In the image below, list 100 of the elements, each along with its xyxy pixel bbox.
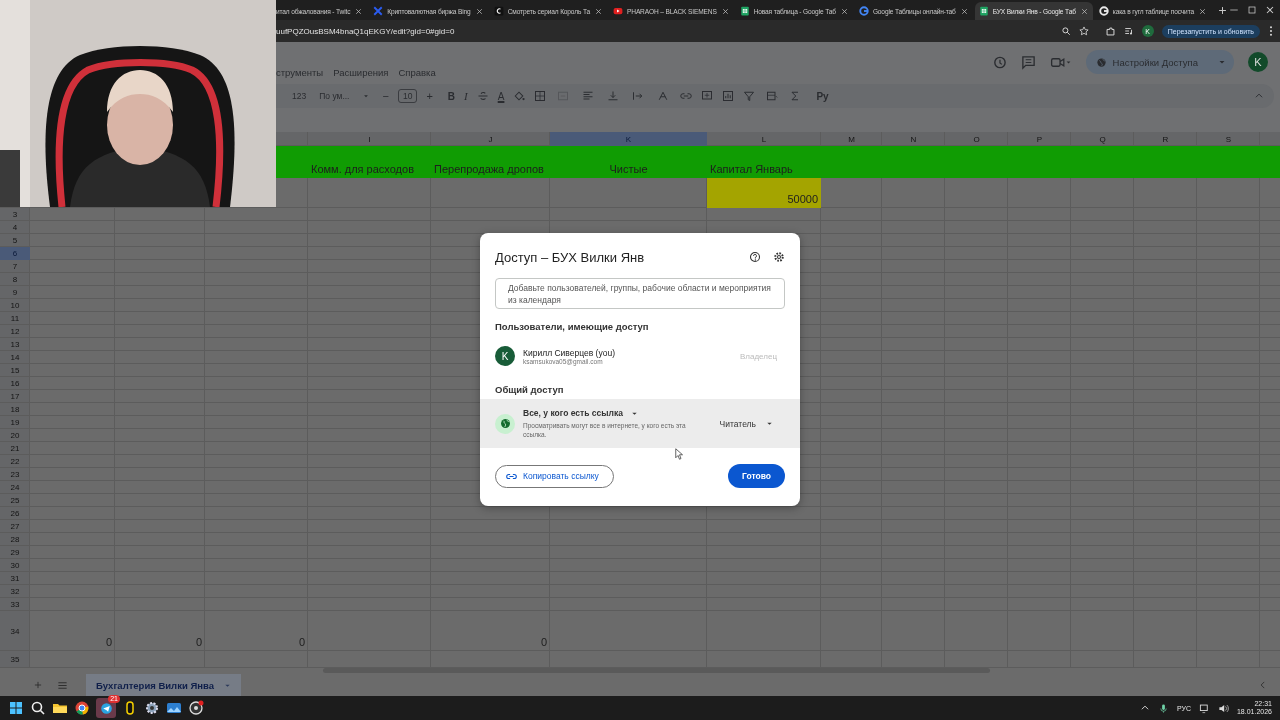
font-dropdown[interactable]: По ум...	[319, 91, 370, 101]
browser-icon[interactable]	[74, 700, 90, 716]
row-number[interactable]: 33	[0, 598, 30, 611]
star-icon[interactable]	[1078, 26, 1089, 36]
column-header[interactable]: I	[308, 132, 431, 146]
start-icon[interactable]	[8, 700, 24, 716]
menu-icon[interactable]	[57, 679, 68, 691]
media-icon[interactable]	[1123, 26, 1134, 36]
font-size-field[interactable]: 10	[397, 89, 418, 103]
add-comment-icon[interactable]	[701, 90, 714, 102]
row-number[interactable]: 34	[0, 611, 30, 651]
close-icon[interactable]	[354, 6, 364, 16]
row-number[interactable]: 18	[0, 403, 30, 416]
more-icon[interactable]	[1268, 25, 1274, 37]
access-dropdown[interactable]: Все, у кого есть ссылка	[523, 408, 712, 418]
row-number[interactable]: 4	[0, 221, 30, 234]
row-number[interactable]: 17	[0, 390, 30, 403]
row-number[interactable]: 23	[0, 468, 30, 481]
row-number[interactable]: 8	[0, 273, 30, 286]
url-text[interactable]: uufPQZOusBSM4bnaQ1qEKGY/edit?gid=0#gid=0	[276, 26, 1053, 36]
row-number[interactable]: 10	[0, 299, 30, 312]
bold-button[interactable]: B	[447, 90, 456, 102]
user-name: Кирилл Сиверцев (you)	[523, 347, 616, 358]
row-number[interactable]: 30	[0, 559, 30, 572]
menu-item[interactable]: Расширения	[333, 67, 389, 78]
close-icon[interactable]	[1197, 6, 1207, 16]
row-number[interactable]: 32	[0, 585, 30, 598]
network-icon[interactable]	[1198, 702, 1210, 714]
video-logo-icon	[613, 6, 623, 16]
close-icon[interactable]	[959, 6, 969, 16]
row-number[interactable]: 26	[0, 507, 30, 520]
row-number[interactable]: 12	[0, 325, 30, 338]
row-number[interactable]: 3	[0, 208, 30, 221]
role-dropdown[interactable]: Читатель	[719, 418, 773, 429]
dialog-title: Доступ – БУХ Вилки Янв	[495, 249, 646, 265]
row-number[interactable]: 25	[0, 494, 30, 507]
row-number[interactable]: 24	[0, 481, 30, 494]
column-header[interactable]: R	[1134, 132, 1197, 146]
row-number[interactable]: 21	[0, 442, 30, 455]
row-number[interactable]: 9	[0, 286, 30, 299]
row-number[interactable]: 14	[0, 351, 30, 364]
chart-icon[interactable]	[722, 90, 735, 102]
chevron-up-icon[interactable]	[1139, 703, 1150, 713]
share-button[interactable]: Настройки Доступа	[1085, 50, 1234, 74]
borders-icon[interactable]	[534, 90, 547, 102]
gear-icon[interactable]	[144, 700, 160, 716]
paper-plane-icon	[99, 701, 113, 715]
table-cell-text: 0	[297, 635, 306, 650]
role-label: Владелец	[740, 351, 778, 361]
column-header[interactable]: J	[431, 132, 550, 146]
column-header[interactable]: M	[821, 132, 882, 146]
row-number[interactable]: 20	[0, 429, 30, 442]
row-number[interactable]: 16	[0, 377, 30, 390]
row-number[interactable]: 15	[0, 364, 30, 377]
fill-color-icon[interactable]	[513, 90, 526, 102]
row-number[interactable]: 31	[0, 572, 30, 585]
row-number[interactable]: 22	[0, 455, 30, 468]
account-avatar[interactable]: K	[1248, 52, 1268, 72]
italic-button[interactable]: I	[464, 90, 468, 102]
text-color-button[interactable]: A	[497, 90, 505, 102]
column-header[interactable]: N	[882, 132, 945, 146]
row-number[interactable]: 27	[0, 520, 30, 533]
close-icon[interactable]	[474, 6, 484, 16]
done-button[interactable]: Готово	[728, 464, 785, 488]
search-icon[interactable]	[30, 700, 46, 716]
row-number[interactable]: 28	[0, 533, 30, 546]
volume-icon[interactable]	[1217, 702, 1229, 714]
number-format-button[interactable]: 123	[292, 91, 307, 101]
row-number[interactable]: 5	[0, 234, 30, 247]
new-tab-icon[interactable]	[1216, 4, 1228, 16]
menu-item[interactable]: Справка	[398, 67, 436, 78]
column-header[interactable]: O	[945, 132, 1008, 146]
comment-icon[interactable]	[1020, 54, 1036, 70]
settings-icon[interactable]	[773, 251, 785, 263]
zoom-icon[interactable]	[1060, 26, 1071, 36]
input-tools-button[interactable]: Ру	[816, 90, 829, 102]
close-icon[interactable]	[594, 6, 603, 16]
close-icon[interactable]	[1079, 6, 1089, 16]
row-number[interactable]: 29	[0, 546, 30, 559]
record-icon[interactable]	[188, 700, 204, 716]
photos-icon[interactable]	[166, 700, 182, 716]
decrease-font-button[interactable]: −	[382, 90, 389, 102]
microphone-icon[interactable]	[1157, 702, 1169, 714]
row-number[interactable]: 19	[0, 416, 30, 429]
extensions-icon[interactable]	[1104, 25, 1116, 37]
row-number[interactable]: 35	[0, 651, 30, 668]
history-icon[interactable]	[991, 54, 1007, 70]
row-number[interactable]: 13	[0, 338, 30, 351]
close-icon[interactable]	[1264, 4, 1276, 16]
menu-item[interactable]: струменты	[276, 67, 324, 78]
column-header[interactable]: Q	[1071, 132, 1134, 146]
row-number[interactable]: 11	[0, 312, 30, 325]
sheet-tab[interactable]: Бухгалтерия Вилки Янва	[86, 674, 241, 696]
help-icon[interactable]	[749, 251, 761, 263]
row-number[interactable]: 7	[0, 260, 30, 273]
close-icon[interactable]	[839, 6, 849, 16]
increase-font-button[interactable]: +	[426, 90, 433, 102]
maximize-icon[interactable]	[1246, 4, 1258, 16]
close-icon[interactable]	[720, 6, 730, 16]
add-people-field[interactable]: Добавьте пользователей, группы, рабочие области и мероприятия из календаря	[495, 278, 785, 309]
